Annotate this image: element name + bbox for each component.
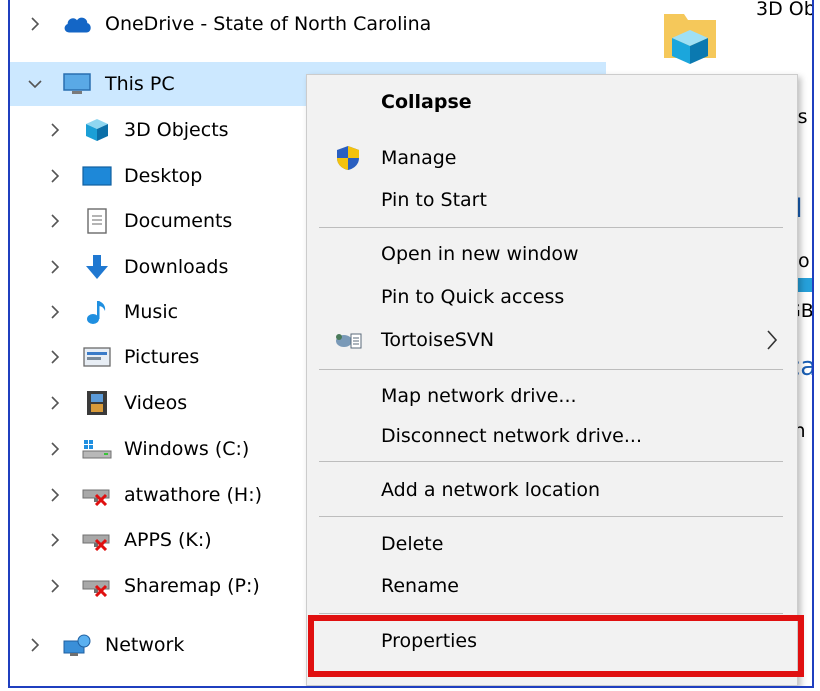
menu-item-label: Manage [381, 147, 457, 169]
nav-item-label: Network [105, 634, 185, 656]
chevron-right-icon[interactable] [48, 350, 62, 364]
chevron-right-icon[interactable] [48, 488, 62, 502]
desktop-icon [82, 162, 112, 190]
nav-item-label: Downloads [124, 256, 229, 278]
menu-item-properties[interactable]: Properties [307, 620, 797, 662]
3d-objects-folder-icon[interactable] [660, 6, 720, 70]
menu-item-label: Disconnect network drive... [381, 425, 642, 447]
chevron-right-icon[interactable] [28, 17, 42, 31]
menu-item-add-network-location[interactable]: Add a network location [307, 469, 797, 511]
chevron-right-icon[interactable] [48, 214, 62, 228]
chevron-right-icon[interactable] [28, 638, 42, 652]
nav-item-label: Documents [124, 210, 233, 232]
menu-separator [319, 369, 783, 370]
menu-item-manage[interactable]: Manage [307, 137, 797, 179]
context-menu: Collapse Manage Pin to Start Open in new… [306, 74, 798, 686]
menu-item-label: Pin to Start [381, 189, 487, 211]
chevron-right-icon[interactable] [48, 123, 62, 137]
uac-shield-icon [333, 143, 363, 173]
menu-item-rename[interactable]: Rename [307, 565, 797, 607]
disconnected-network-drive-icon [82, 481, 112, 509]
menu-item-tortoisesvn[interactable]: TortoiseSVN [307, 319, 797, 361]
chevron-right-icon[interactable] [48, 260, 62, 274]
menu-item-open-in-new-window[interactable]: Open in new window [307, 233, 797, 275]
disconnected-network-drive-icon [82, 526, 112, 554]
chevron-down-icon[interactable] [28, 77, 42, 91]
nav-item-label: 3D Objects [124, 119, 229, 141]
menu-item-delete[interactable]: Delete [307, 523, 797, 565]
menu-item-collapse[interactable]: Collapse [307, 81, 797, 123]
nav-item-label: This PC [105, 73, 175, 95]
3d-objects-icon [82, 116, 112, 144]
nav-item-label: Sharemap (P:) [124, 575, 260, 597]
documents-icon [82, 207, 112, 235]
nav-item-label: Windows (C:) [124, 438, 250, 460]
music-icon [82, 298, 112, 326]
menu-item-label: Map network drive... [381, 385, 577, 407]
menu-item-label: Pin to Quick access [381, 286, 565, 308]
network-icon [62, 631, 92, 659]
menu-item-map-network-drive[interactable]: Map network drive... [307, 375, 797, 417]
nav-item-label: Desktop [124, 165, 203, 187]
chevron-right-icon[interactable] [48, 169, 62, 183]
menu-item-label: Add a network location [381, 479, 601, 501]
nav-item-label: Pictures [124, 346, 200, 368]
menu-item-pin-to-start[interactable]: Pin to Start [307, 179, 797, 221]
menu-item-label: Properties [381, 630, 478, 652]
submenu-arrow-icon [765, 329, 779, 351]
menu-item-label: Rename [381, 575, 459, 597]
menu-separator [319, 227, 783, 228]
tortoisesvn-icon [333, 325, 363, 355]
windows-drive-icon [82, 435, 112, 463]
nav-item-label: OneDrive - State of North Carolina [105, 13, 432, 35]
file-explorer-window: OneDrive - State of North Carolina This … [8, 0, 814, 688]
nav-item-label: APPS (K:) [124, 529, 212, 551]
menu-separator [319, 461, 783, 462]
nav-item-label: atwathore (H:) [124, 484, 263, 506]
chevron-right-icon[interactable] [48, 396, 62, 410]
disconnected-network-drive-icon [82, 572, 112, 600]
menu-separator [319, 516, 783, 517]
nav-item-onedrive[interactable]: OneDrive - State of North Carolina [10, 2, 606, 46]
menu-item-label: Open in new window [381, 243, 579, 265]
menu-item-pin-to-quick-access[interactable]: Pin to Quick access [307, 276, 797, 318]
onedrive-cloud-icon [62, 10, 92, 38]
chevron-right-icon[interactable] [48, 533, 62, 547]
nav-item-label: Videos [124, 392, 188, 414]
content-text-fragment: 3D Obj [756, 0, 812, 20]
pictures-icon [82, 343, 112, 371]
videos-icon [82, 389, 112, 417]
computer-icon [62, 70, 92, 98]
menu-item-label: TortoiseSVN [381, 329, 495, 351]
chevron-right-icon[interactable] [48, 305, 62, 319]
menu-item-label: Collapse [381, 91, 472, 113]
nav-item-label: Music [124, 301, 179, 323]
chevron-right-icon[interactable] [48, 442, 62, 456]
menu-item-disconnect-network-drive[interactable]: Disconnect network drive... [307, 415, 797, 457]
downloads-icon [82, 253, 112, 281]
chevron-right-icon[interactable] [48, 579, 62, 593]
menu-item-label: Delete [381, 533, 444, 555]
menu-separator [319, 613, 783, 614]
